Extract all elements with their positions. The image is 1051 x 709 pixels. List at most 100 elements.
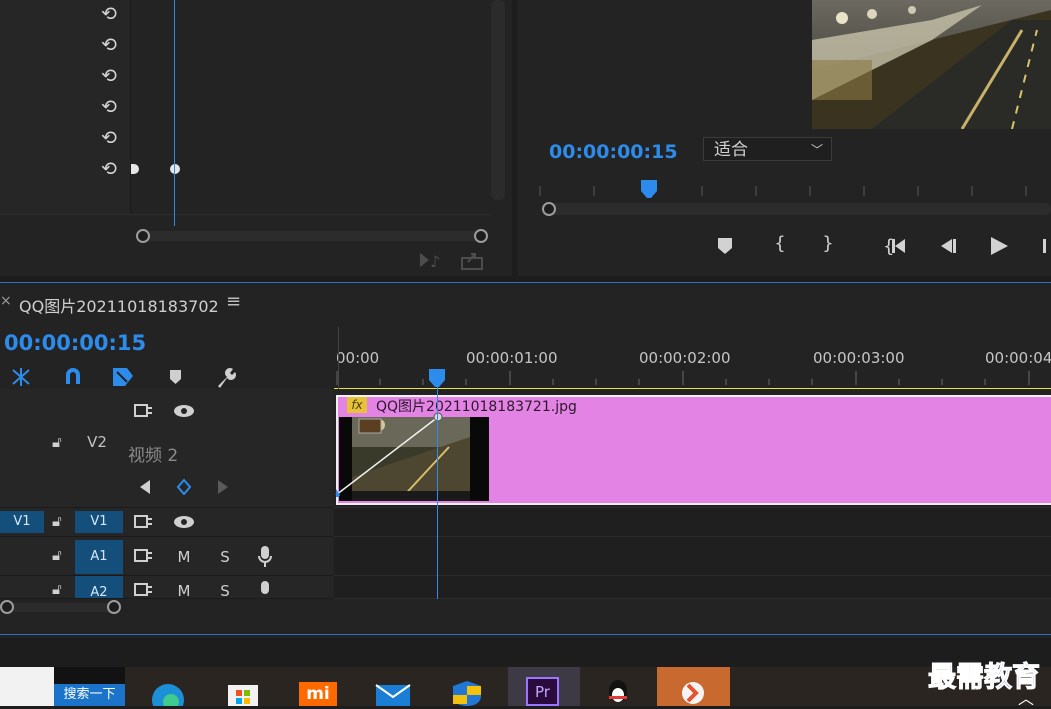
track-lane-v1[interactable] [334,508,1051,537]
reset-parameter-icon[interactable]: ⟲ [98,96,120,118]
playhead-line [174,0,175,226]
add-keyframe-icon[interactable] [176,479,192,495]
step-forward-button[interactable] [1043,239,1046,253]
previous-keyframe-icon[interactable] [138,479,152,495]
sync-lock-icon[interactable] [134,582,154,598]
premiere-label: Pr [535,683,550,701]
solo-track-button[interactable]: S [218,548,232,566]
effect-property-row: ⟲ [0,124,490,156]
sync-lock-icon[interactable] [134,403,154,419]
program-playhead-icon[interactable] [639,180,661,202]
program-time-ruler[interactable] [538,178,1051,200]
xiaomi-icon[interactable]: mi [299,682,337,706]
ruler-label: 00:00:03:00 [813,349,905,367]
zoom-handle-left[interactable] [542,202,556,216]
qq-icon[interactable] [603,679,633,706]
lock-icon[interactable]: 🔓︎ [52,512,62,530]
reset-parameter-icon[interactable]: ⟲ [98,158,120,180]
solo-track-button[interactable]: S [218,582,232,598]
effect-property-row: ⟲ [0,0,490,32]
panel-menu-icon[interactable]: ≡ [226,291,241,312]
reset-parameter-icon[interactable]: ⟲ [98,65,120,87]
chevron-up-icon[interactable]: ︿ [1018,685,1034,709]
scroll-handle-left[interactable] [0,600,14,614]
edge-icon[interactable] [150,682,186,706]
property-label-column [0,186,131,214]
next-keyframe-icon[interactable] [216,479,230,495]
scroll-handle-left[interactable] [136,229,150,243]
sync-lock-icon[interactable] [134,548,154,564]
lock-icon[interactable]: 🔓︎ [52,546,62,564]
app-icon[interactable] [676,679,710,706]
wrench-settings-icon[interactable] [214,366,238,388]
effect-property-row [0,186,490,215]
track-lane-a1[interactable] [334,537,1051,576]
play-button[interactable] [988,235,1010,257]
track-target-a2[interactable]: A2 [75,576,123,598]
close-tab-icon[interactable]: × [0,293,12,309]
reset-parameter-icon[interactable]: ⟲ [98,127,120,149]
timeline-vertical-divider [338,327,339,389]
eye-icon[interactable] [173,403,195,419]
xiaomi-label: mi [306,684,330,704]
track-name: V2 [87,433,107,451]
reset-parameter-icon[interactable]: ⟲ [98,34,120,56]
export-frame-icon[interactable] [460,250,484,270]
windows-taskbar: 搜索一下 mi Pr 最需教育 ︿ [0,660,1051,709]
track-header-a1: 🔓︎ A1 M S [0,537,333,576]
mark-in-button[interactable]: { [765,233,795,254]
source-patch-v1[interactable]: V1 [0,511,44,533]
opacity-rubber-band[interactable] [334,411,444,497]
timeline-playhead-line [437,387,438,599]
sequence-timecode[interactable]: 00:00:00:15 [4,331,146,355]
reset-parameter-icon[interactable]: ⟲ [98,3,120,25]
timeline-playhead-icon[interactable] [427,369,447,389]
mark-out-button[interactable]: } [813,233,843,254]
scroll-handle-right[interactable] [107,600,121,614]
sync-lock-icon[interactable] [134,514,154,530]
mute-track-button[interactable]: M [176,548,192,566]
track-target-v1[interactable]: V1 [75,511,123,533]
add-marker-button[interactable] [715,236,735,256]
mail-icon[interactable] [374,681,412,706]
insert-nest-icon[interactable] [9,366,33,388]
premiere-icon[interactable]: Pr [526,677,559,706]
sequence-tab-title[interactable]: QQ图片20211018183702 [19,293,219,317]
ruler-label: 00:00:04: [985,349,1051,367]
search-button-label: 搜索一下 [63,687,116,702]
eye-icon[interactable] [173,514,195,530]
fit-zoom-dropdown[interactable]: 适合 ﹀ [703,137,832,161]
go-to-in-button[interactable]: { [883,236,909,256]
microphone-icon[interactable] [257,580,273,599]
lock-icon[interactable]: 🔓︎ [52,580,62,598]
snap-magnet-icon[interactable] [62,366,84,388]
security-icon[interactable] [450,679,484,706]
lock-icon[interactable]: 🔓︎ [52,433,62,451]
effect-property-row: ⟲ [0,155,490,187]
track-lane-a2[interactable] [334,576,1051,599]
taskbar-search-button[interactable]: 搜索一下 [54,684,125,706]
svg-text:♪: ♪ [430,252,440,270]
add-marker-icon[interactable] [168,369,184,385]
taskbar-search-box[interactable] [0,667,54,706]
horizontal-scrollbar[interactable] [140,231,485,241]
effect-property-row: ⟲ [0,31,490,63]
scroll-handle-right[interactable] [474,229,488,243]
program-timecode[interactable]: 00:00:00:15 [549,141,678,163]
effect-controls-panel: ⟲ ⟲ ⟲ ⟲ ⟲ ⟲ ♪ [0,0,512,276]
keyframe-icon[interactable] [170,164,180,174]
vertical-scrollbar[interactable] [491,0,505,200]
track-target-a1[interactable]: A1 [75,540,123,574]
mute-track-button[interactable]: M [176,582,192,598]
linked-selection-icon[interactable] [111,366,135,388]
program-zoom-scrollbar[interactable] [548,203,1051,215]
ruler-label: 00:00 [336,349,380,367]
taskbar-background [125,667,1051,706]
store-icon[interactable] [225,677,261,706]
chevron-down-icon: ﹀ [810,143,823,157]
microphone-icon[interactable] [257,545,273,569]
play-audio-icon[interactable]: ♪ [418,250,444,270]
track-zoom-scrollbar[interactable] [6,603,114,612]
timeline-panel: × QQ图片20211018183702 ≡ 00:00:00:15 00:00… [0,282,1051,638]
step-back-button[interactable] [935,236,959,256]
